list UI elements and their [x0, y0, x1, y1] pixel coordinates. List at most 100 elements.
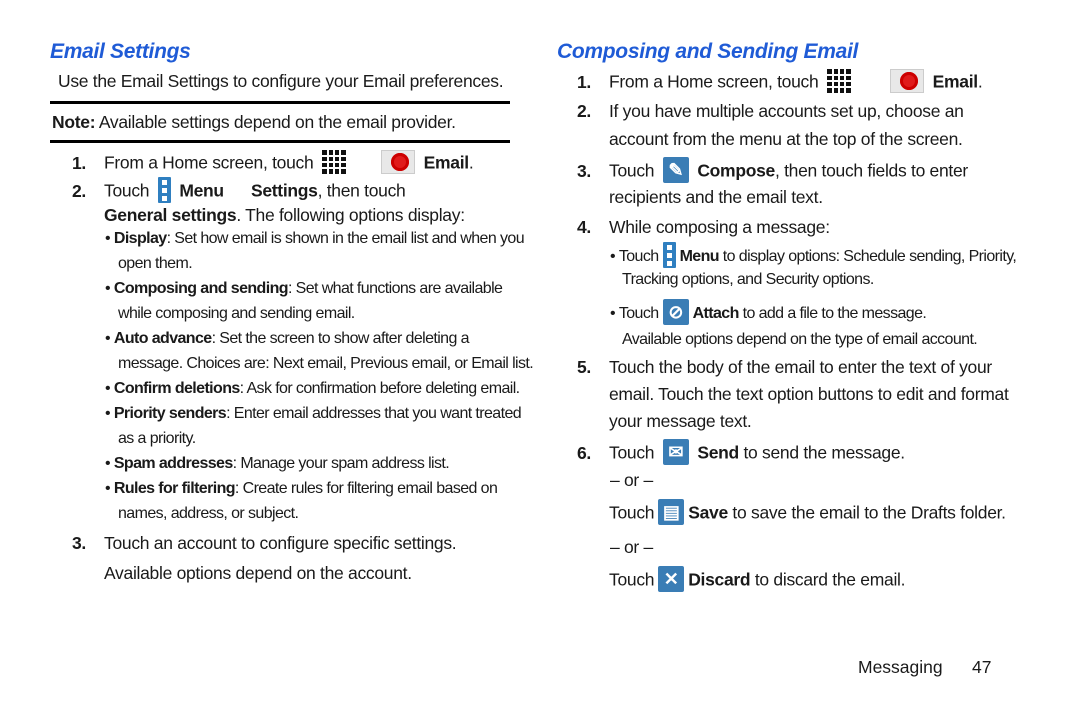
step-text: Touch — [609, 442, 655, 463]
compose-label: Compose — [697, 160, 775, 181]
right-step-5-line2: email. Touch the text option buttons to … — [609, 384, 1009, 404]
option-description: : Set the screen to show after deleting … — [211, 330, 470, 347]
option-description: message. Choices are: Next email, Previo… — [118, 355, 534, 372]
divider-bottom — [50, 140, 510, 143]
general-settings-label: General settings — [104, 205, 237, 225]
option-item: • Auto advance: Set the screen to show a… — [105, 330, 470, 347]
email-app-icon — [890, 69, 925, 93]
save-icon: ▤ — [658, 499, 685, 525]
option-item-cont: message. Choices are: Next email, Previo… — [118, 355, 534, 373]
note-label: Note: — [52, 112, 96, 132]
step-text: Touch — [609, 569, 655, 590]
option-label: Rules for filtering — [113, 480, 236, 497]
option-description: names, address, or subject. — [118, 505, 299, 522]
option-item-cont: while composing and sending email. — [118, 305, 355, 323]
step-text: Touch — [104, 180, 150, 201]
step-text: From a Home screen, touch — [609, 71, 819, 92]
right-step-6: 6. Touch ✉ Send to send the message. — [577, 439, 905, 467]
step-number: 3. — [72, 533, 86, 553]
option-description: open them. — [118, 255, 193, 272]
step-text: Touch — [609, 502, 655, 523]
discard-instruction: Touch ✕ Discard to discard the email. — [609, 566, 906, 594]
step-number: 2. — [577, 101, 591, 121]
step-text-post: to save the email to the Drafts folder. — [727, 502, 1006, 523]
page-number: 47 — [972, 657, 992, 677]
option-item: • Composing and sending: Set what functi… — [105, 280, 503, 297]
step-number: 1. — [72, 152, 86, 173]
option-label: Display — [113, 230, 167, 247]
period: . — [977, 71, 983, 92]
email-label: Email — [932, 71, 979, 92]
option-item-cont: names, address, or subject. — [118, 505, 299, 523]
section-title-email-settings: Email Settings — [50, 40, 191, 63]
step-number: 6. — [577, 442, 591, 463]
step-text-mid: , then touch — [317, 180, 406, 201]
discard-icon: ✕ — [658, 566, 685, 592]
note-body: Available settings depend on the email p… — [95, 112, 456, 132]
option-label: Priority senders — [113, 405, 227, 422]
right-step-5-line3: your message text. — [609, 411, 752, 431]
or-separator-2: – or – — [610, 537, 653, 557]
step-text-post: . The following options display: — [236, 205, 465, 225]
step-text-post: to discard the email. — [750, 569, 906, 590]
step-text-post: to send the message. — [738, 442, 905, 463]
menu-label: Menu — [679, 248, 720, 266]
bullet-text: Touch — [618, 248, 659, 266]
left-step-2: 2. Touch Menu Settings, then touch — [72, 177, 406, 205]
section-title-composing: Composing and Sending Email — [557, 40, 859, 63]
step-text: If you have multiple accounts set up, ch… — [609, 101, 964, 121]
email-app-icon — [381, 150, 416, 174]
send-label: Send — [697, 442, 739, 463]
left-step-2-line2: General settings. The following options … — [104, 205, 465, 226]
right-step-4: 4. While composing a message: — [577, 217, 830, 238]
intro-text: Use the Email Settings to configure your… — [58, 71, 504, 91]
bullet-text-post: to add a file to the message. — [738, 305, 927, 323]
menu-bullet: • Touch Menu to display options: Schedule… — [610, 242, 1017, 270]
settings-label: Settings — [250, 180, 318, 201]
footer-section: Messaging — [858, 657, 943, 677]
option-item: • Confirm deletions: Ask for confirmatio… — [105, 380, 520, 397]
attach-note: Available options depend on the type of … — [622, 331, 978, 348]
right-step-3-line2: recipients and the email text. — [609, 187, 823, 207]
step-text: Touch an account to configure specific s… — [104, 533, 457, 553]
step-number: 1. — [577, 71, 591, 92]
note-text: Note: Available settings depend on the e… — [52, 112, 456, 133]
step-number: 2. — [72, 180, 86, 201]
bullet-text: Touch — [618, 305, 659, 323]
save-label: Save — [688, 502, 728, 523]
menu-icon — [157, 177, 171, 203]
option-item: • Spam addresses: Manage your spam addre… — [105, 455, 450, 472]
step-text: While composing a message: — [609, 217, 830, 237]
menu-label: Menu — [179, 180, 224, 201]
option-item: • Priority senders: Enter email addresse… — [105, 405, 522, 422]
option-item: • Display: Set how email is shown in the… — [105, 230, 525, 247]
option-label: Confirm deletions — [113, 380, 240, 397]
step-number: 3. — [577, 160, 591, 181]
attach-bullet: • Touch ⊘ Attach to add a file to the mess… — [610, 299, 927, 327]
left-step-1: 1. From a Home screen, touch Email. — [72, 150, 474, 176]
attach-label: Attach — [692, 305, 740, 323]
step-text: Touch — [609, 160, 655, 181]
compose-icon: ✎ — [662, 157, 689, 183]
option-description: : Enter email addresses that you want tr… — [226, 405, 522, 422]
option-description: : Ask for confirmation before deleting e… — [239, 380, 520, 397]
right-step-3: 3. Touch ✎ Compose, then touch fields to … — [577, 157, 968, 185]
option-description: : Set how email is shown in the email li… — [166, 230, 525, 247]
send-icon: ✉ — [662, 439, 689, 465]
step-number: 5. — [577, 357, 591, 377]
email-label: Email — [423, 152, 470, 173]
step-number: 4. — [577, 217, 591, 237]
divider-top — [50, 101, 510, 104]
discard-label: Discard — [688, 569, 751, 590]
right-step-2-line2: account from the menu at the top of the … — [609, 129, 963, 149]
option-description: as a priority. — [118, 430, 196, 447]
option-description: while composing and sending email. — [118, 305, 355, 322]
option-label: Composing and sending — [113, 280, 289, 297]
menu-bullet-line2: Tracking options, and Security options. — [622, 271, 874, 288]
option-description: : Create rules for filtering email based… — [234, 480, 498, 497]
period: . — [468, 152, 474, 173]
step-text: Touch the body of the email to enter the… — [609, 357, 992, 377]
right-step-2: 2. If you have multiple accounts set up, … — [577, 101, 964, 122]
option-item-cont: open them. — [118, 255, 193, 273]
step-text-post: , then touch fields to enter — [774, 160, 968, 181]
